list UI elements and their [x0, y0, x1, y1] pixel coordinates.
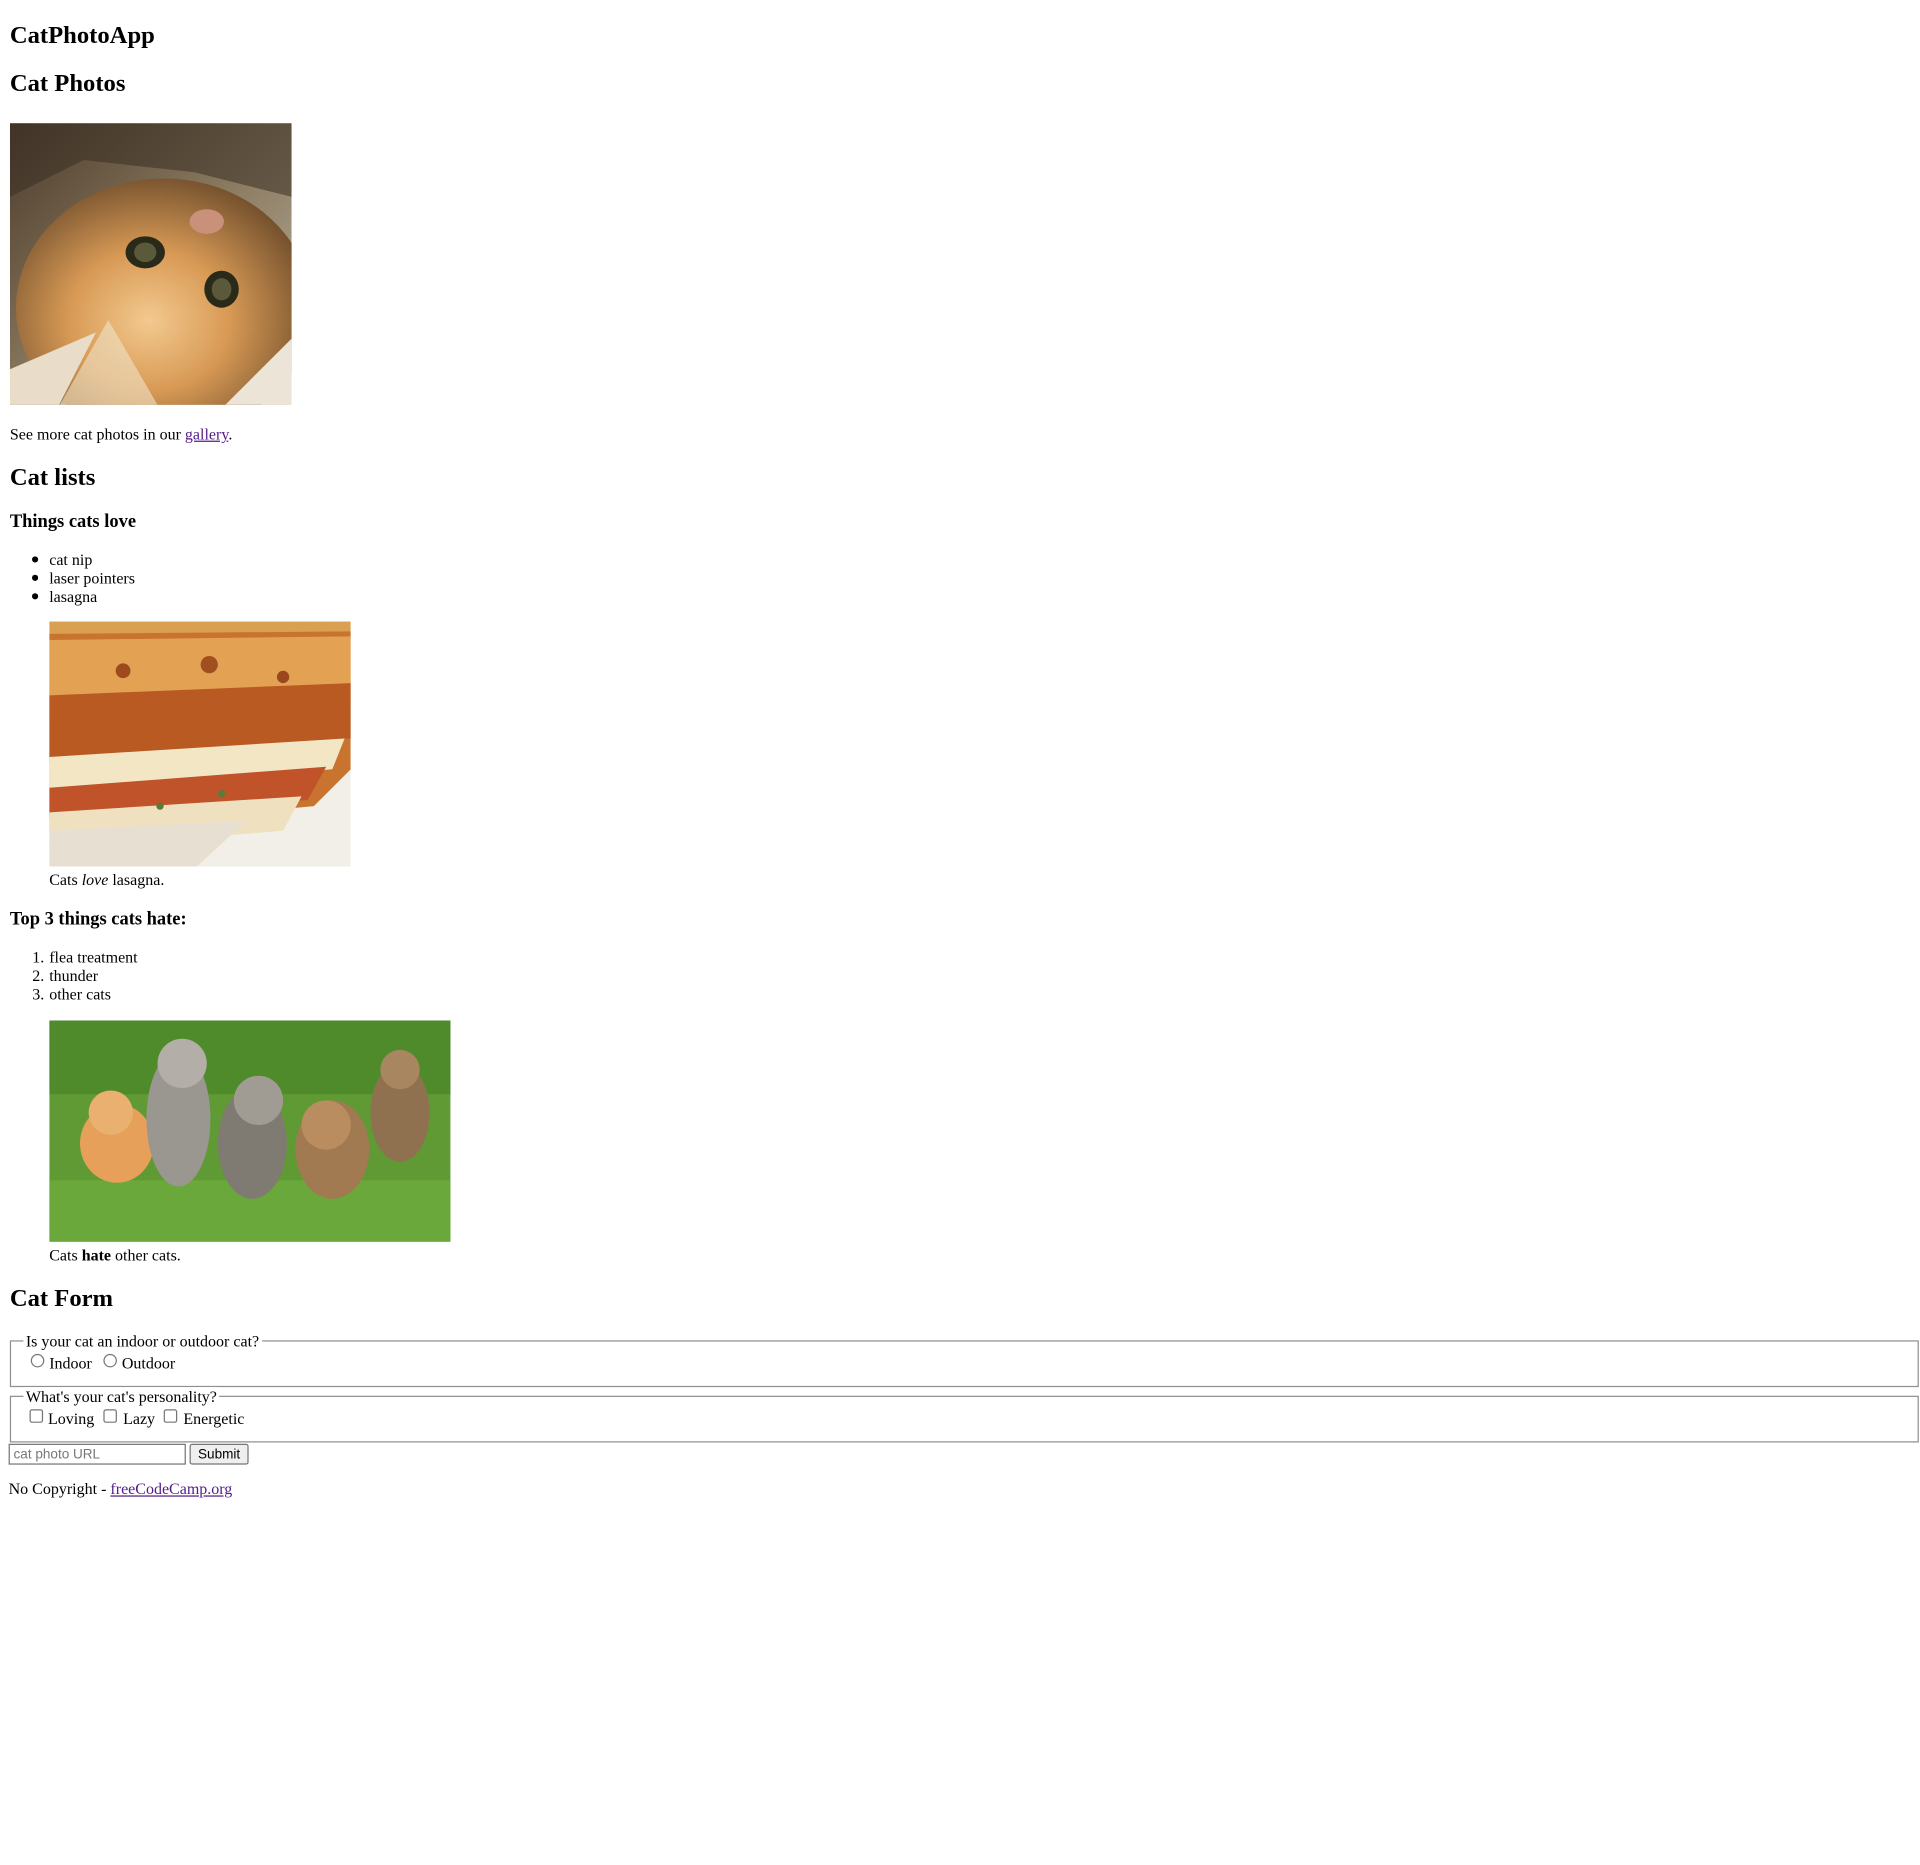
- lazy-label[interactable]: Lazy: [123, 1409, 155, 1429]
- list-number: 1.: [32, 947, 45, 967]
- personality-fieldset: What's your cat's personality? Loving La…: [9, 1387, 1919, 1443]
- lasagna-image-graphic: [49, 621, 351, 867]
- indoor-outdoor-legend: Is your cat an indoor or outdoor cat?: [23, 1331, 262, 1352]
- bullet-icon: [32, 593, 39, 600]
- cat-photos-heading: Cat Photos: [9, 70, 126, 98]
- gallery-link[interactable]: gallery: [185, 425, 228, 443]
- list-item: cat nip: [32, 550, 135, 569]
- cats-caption-strong: hate: [81, 1245, 112, 1265]
- things-cats-love-heading: Things cats love: [9, 512, 137, 532]
- list-item: 3. other cats: [32, 984, 137, 1004]
- cat-photo-url-input[interactable]: [8, 1443, 186, 1465]
- list-item: laser pointers: [32, 568, 135, 588]
- indoor-label[interactable]: Indoor: [49, 1354, 92, 1374]
- indoor-radio[interactable]: [30, 1353, 45, 1368]
- indoor-outdoor-fieldset: Is your cat an indoor or outdoor cat? In…: [9, 1331, 1919, 1388]
- personality-legend: What's your cat's personality?: [23, 1387, 220, 1407]
- lazy-checkbox[interactable]: [103, 1409, 117, 1423]
- bullet-icon: [32, 574, 39, 581]
- relaxing-cat-image-graphic: [9, 123, 292, 405]
- list-number: 3.: [32, 984, 45, 1004]
- app-title: CatPhotoApp: [9, 22, 155, 50]
- list-item-label: thunder: [49, 966, 99, 985]
- gallery-text-before: See more cat photos in our: [9, 424, 185, 444]
- cat-lists-heading: Cat lists: [9, 464, 96, 492]
- cats-caption-after: other cats.: [111, 1245, 181, 1265]
- list-item: lasagna: [32, 587, 135, 606]
- lasagna-caption-emphasis: love: [81, 870, 109, 889]
- list-number: 2.: [32, 966, 45, 985]
- list-item-label: laser pointers: [49, 568, 135, 588]
- cats-caption-before: Cats: [49, 1245, 82, 1265]
- list-item: 2. thunder: [32, 966, 137, 985]
- list-item-label: flea treatment: [49, 947, 138, 967]
- energetic-label[interactable]: Energetic: [183, 1409, 244, 1429]
- lasagna-caption: Cats love lasagna.: [49, 870, 164, 890]
- list-item-label: other cats: [49, 984, 111, 1004]
- cats-love-list: cat nip laser pointers lasagna: [32, 550, 135, 606]
- submit-button[interactable]: Submit: [189, 1443, 249, 1465]
- cats-image-graphic: [49, 1020, 451, 1242]
- lasagna-image[interactable]: [49, 621, 351, 867]
- cat-form-heading: Cat Form: [9, 1284, 114, 1313]
- loving-checkbox[interactable]: [29, 1409, 44, 1423]
- list-item: 1. flea treatment: [32, 947, 138, 967]
- lasagna-caption-after: lasagna.: [108, 870, 165, 889]
- lasagna-caption-before: Cats: [49, 870, 82, 889]
- energetic-checkbox[interactable]: [163, 1409, 178, 1423]
- freecodecamp-link[interactable]: freeCodeCamp.org: [110, 1479, 232, 1497]
- cats-image[interactable]: [49, 1020, 451, 1242]
- page: CatPhotoApp Cat Photos See more cat phot…: [0, 0, 1920, 1865]
- list-item-label: lasagna: [49, 587, 98, 606]
- footer: No Copyright - freeCodeCamp.org: [9, 1479, 233, 1499]
- cats-caption: Cats hate other cats.: [49, 1246, 181, 1266]
- gallery-text: See more cat photos in our gallery.: [10, 425, 232, 445]
- cats-hate-list: 1. flea treatment 2. thunder 3. other cats: [32, 947, 138, 1004]
- list-item-label: cat nip: [49, 550, 93, 569]
- outdoor-label[interactable]: Outdoor: [122, 1354, 175, 1374]
- bullet-icon: [32, 556, 39, 563]
- gallery-text-after: .: [228, 424, 233, 444]
- loving-label[interactable]: Loving: [48, 1409, 94, 1429]
- outdoor-radio[interactable]: [103, 1353, 117, 1368]
- things-cats-hate-heading: Top 3 things cats hate:: [9, 909, 187, 930]
- relaxing-cat-image[interactable]: [9, 123, 292, 405]
- footer-text: No Copyright -: [8, 1479, 111, 1498]
